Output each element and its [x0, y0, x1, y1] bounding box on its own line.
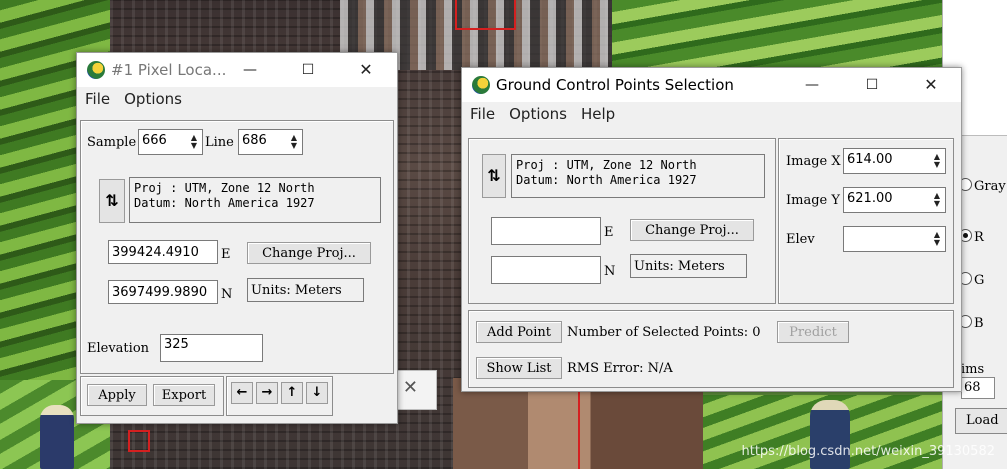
window-title: #1 Pixel Loca... — [111, 61, 227, 79]
northing-label: N — [221, 287, 233, 302]
projection-info: Proj : UTM, Zone 12 North Datum: North A… — [511, 154, 765, 198]
easting-field[interactable]: 399424.4910 — [108, 240, 218, 264]
spin-arrows-icon[interactable]: ▲ ▼ — [932, 192, 942, 208]
sample-label: Sample — [87, 135, 137, 150]
elev-stepper[interactable]: ▲ ▼ — [843, 226, 946, 252]
menu-help[interactable]: Help — [581, 105, 615, 123]
spin-arrows-icon[interactable]: ▲ ▼ — [289, 134, 299, 150]
export-button[interactable]: Export — [153, 384, 215, 406]
coordinates-panel: Sample 666 ▲ ▼ Line 686 ▲ ▼ ⇅ Proj : UTM, … — [80, 120, 394, 374]
spin-arrows-icon[interactable]: ▲ ▼ — [932, 153, 942, 169]
image-x-stepper[interactable]: 614.00 ▲ ▼ — [843, 148, 946, 174]
close-icon[interactable]: ✕ — [908, 68, 954, 102]
units-display: Units: Meters — [630, 254, 747, 278]
predict-button[interactable]: Predict — [777, 321, 849, 343]
sample-stepper[interactable]: 666 ▲ ▼ — [138, 129, 203, 155]
elevation-field[interactable]: 325 — [160, 334, 263, 362]
units-display: Units: Meters — [247, 278, 364, 302]
menu-options[interactable]: Options — [509, 105, 567, 123]
map-coordinates-panel: ⇅ Proj : UTM, Zone 12 North Datum: North… — [468, 138, 776, 304]
spin-arrows-icon[interactable]: ▲ ▼ — [932, 231, 942, 247]
e-field[interactable] — [491, 217, 601, 245]
northing-field[interactable]: 3697499.9890 — [108, 280, 218, 304]
swap-arrows-icon: ⇅ — [105, 191, 119, 210]
change-proj-button[interactable]: Change Proj... — [630, 219, 754, 241]
action-panel: Apply Export — [80, 376, 224, 416]
image-x-label: Image X — [786, 154, 841, 169]
swap-arrows-icon: ⇅ — [487, 166, 501, 185]
radio-b[interactable]: B — [959, 315, 984, 331]
elev-label: Elev — [786, 232, 815, 247]
spin-arrows-icon[interactable]: ▲ ▼ — [189, 134, 199, 150]
change-proj-button[interactable]: Change Proj... — [247, 242, 371, 264]
minimize-icon[interactable]: — — [227, 53, 273, 87]
menu-file[interactable]: File — [470, 105, 495, 123]
close-icon[interactable]: ✕ — [343, 53, 389, 87]
window-title: Ground Control Points Selection — [496, 76, 734, 94]
envi-globe-icon — [87, 61, 105, 79]
line-stepper[interactable]: 686 ▲ ▼ — [238, 129, 303, 155]
menubar: File Options Help — [462, 102, 961, 126]
close-icon[interactable]: ✕ — [403, 377, 418, 398]
radio-gray[interactable]: Gray — [959, 178, 1006, 194]
radio-r[interactable]: R — [959, 229, 984, 245]
arrow-up-icon[interactable]: ↑ — [281, 382, 303, 404]
rms-error: RMS Error: N/A — [567, 361, 673, 376]
dims-row: ims 68 — [961, 362, 1007, 399]
image-y-label: Image Y — [786, 193, 840, 208]
background-tea-picker-figure — [40, 405, 74, 469]
load-button[interactable]: Load — [955, 408, 1007, 434]
pixel-locator-titlebar[interactable]: #1 Pixel Loca... — ☐ ✕ — [77, 53, 397, 87]
swap-projection-button[interactable]: ⇅ — [482, 154, 506, 198]
show-list-button[interactable]: Show List — [476, 357, 562, 379]
zoom-box-marker[interactable] — [455, 0, 516, 30]
menubar: File Options — [77, 87, 397, 111]
minimize-icon[interactable]: — — [789, 68, 835, 102]
watermark-url: https://blog.csdn.net/weixin_39130582 — [741, 444, 995, 459]
dims-field[interactable]: 68 — [961, 377, 995, 399]
line-label: Line — [205, 135, 234, 150]
envi-globe-icon — [472, 76, 490, 94]
projection-info: Proj : UTM, Zone 12 North Datum: North A… — [129, 177, 381, 223]
easting-label: E — [221, 247, 231, 262]
selected-points-count: Number of Selected Points: 0 — [567, 325, 761, 340]
arrow-left-icon[interactable]: ← — [231, 382, 253, 404]
arrow-down-icon[interactable]: ↓ — [306, 382, 328, 404]
add-point-button[interactable]: Add Point — [476, 321, 562, 343]
e-label: E — [604, 225, 614, 240]
pixel-cursor-marker[interactable] — [128, 430, 150, 452]
pixel-locator-window: #1 Pixel Loca... — ☐ ✕ File Options Samp… — [76, 52, 398, 424]
image-y-stepper[interactable]: 621.00 ▲ ▼ — [843, 187, 946, 213]
gcp-titlebar[interactable]: Ground Control Points Selection — ☐ ✕ — [462, 68, 961, 102]
navigation-panel: ← → ↑ ↓ — [226, 376, 333, 416]
maximize-icon[interactable]: ☐ — [849, 68, 895, 102]
background-tea-field-right — [612, 0, 942, 70]
maximize-icon[interactable]: ☐ — [285, 53, 331, 87]
swap-projection-button[interactable]: ⇅ — [99, 179, 125, 223]
apply-button[interactable]: Apply — [87, 384, 147, 406]
menu-options[interactable]: Options — [124, 90, 182, 108]
n-label: N — [604, 264, 616, 279]
arrow-right-icon[interactable]: → — [256, 382, 278, 404]
radio-g[interactable]: G — [959, 272, 984, 288]
menu-file[interactable]: File — [85, 90, 110, 108]
points-panel: Add Point Number of Selected Points: 0 P… — [468, 310, 954, 388]
elevation-label: Elevation — [87, 341, 150, 356]
n-field[interactable] — [491, 256, 601, 284]
image-coordinates-panel: Image X 614.00 ▲ ▼ Image Y 621.00 ▲ ▼ Elev… — [778, 138, 954, 304]
gcp-selection-window: Ground Control Points Selection — ☐ ✕ Fi… — [461, 67, 962, 392]
